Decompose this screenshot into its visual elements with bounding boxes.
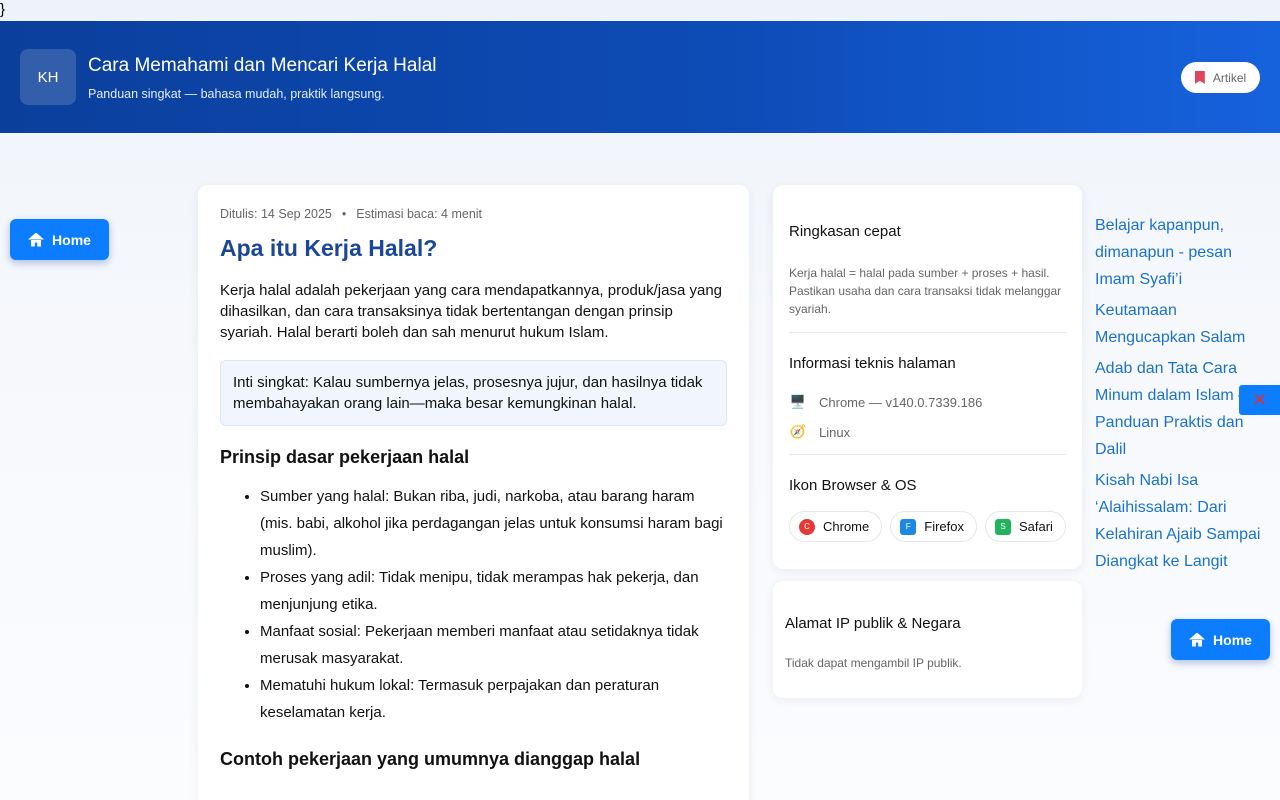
chip-label: Chrome [823,519,870,534]
ip-card: Alamat IP publik & Negara Tidak dapat me… [773,581,1082,698]
browser-info: Chrome — v140.0.7339.186 [819,394,983,410]
home-button-label: Home [1213,631,1252,648]
chip-chrome[interactable]: C Chrome [789,511,883,542]
chip-firefox[interactable]: F Firefox [890,511,977,542]
divider [789,332,1066,333]
chip-safari[interactable]: S Safari [984,511,1066,542]
list-item: Mematuhi hukum lokal: Termasuk perpajaka… [260,672,727,726]
related-link[interactable]: Belajar kapanpun, dimanapun - pesan Imam… [1095,212,1273,293]
list-item: Manfaat sosial: Pekerjaan memberi manfaa… [260,618,727,672]
chrome-icon: C [799,518,815,535]
tech-info-heading: Informasi teknis halaman [789,355,956,372]
close-button[interactable]: ✕ [1239,385,1280,415]
list-item: Proses yang adil: Tidak menipu, tidak me… [260,564,727,618]
os-info: Linux [819,424,851,440]
summary-callout: Inti singkat: Kalau sumbernya jelas, pro… [220,360,727,426]
list-item: Sumber yang halal: Bukan riba, judi, nar… [260,483,727,564]
browser-chips: C Chrome F Firefox S Safari [789,511,1066,542]
icons-heading: Ikon Browser & OS [789,477,917,494]
principles-list: Sumber yang halal: Bukan riba, judi, nar… [220,483,727,726]
compass-icon: 🧭 [789,424,807,439]
related-link[interactable]: Kisah Nabi Isa ‘Alaihissalam: Dari Kelah… [1095,467,1273,575]
chip-label: Firefox [924,519,964,534]
examples-heading: Contoh pekerjaan yang umumnya dianggap h… [220,749,641,769]
quick-summary-heading: Ringkasan cepat [789,223,901,240]
principles-heading: Prinsip dasar pekerjaan halal [220,447,470,467]
browser-info-row: 🖥️ Chrome — v140.0.7339.186 [789,394,1066,410]
close-icon: ✕ [1251,389,1268,410]
bookmark-icon [1194,71,1205,84]
firefox-icon: F [900,518,917,535]
stray-brace-text: } [0,1,6,18]
meta-separator: • [341,207,347,221]
article-meta: Ditulis: 14 Sep 2025 • Estimasi baca: 4 me… [220,207,727,221]
ip-heading: Alamat IP publik & Negara [785,615,961,632]
article-date: Ditulis: 14 Sep 2025 [220,207,332,221]
ip-text: Tidak dapat mengambil IP publik. [785,656,962,670]
article-title: Apa itu Kerja Halal? [220,235,438,261]
artikel-badge-label: Artikel [1212,70,1247,85]
safari-icon: S [994,518,1011,535]
os-info-row: 🧭 Linux [789,424,1066,440]
home-icon [28,233,44,247]
article-reading-time: Estimasi baca: 4 menit [356,207,483,221]
home-button-left[interactable]: Home [10,219,109,260]
article-card: Ditulis: 14 Sep 2025 • Estimasi baca: 4 me… [198,185,749,800]
article-intro: Kerja halal adalah pekerjaan yang cara m… [220,282,723,341]
site-logo[interactable]: KH [20,49,76,105]
quick-summary-text: Kerja halal = halal pada sumber + proses… [789,266,1062,316]
divider [789,454,1066,455]
site-subtitle: Panduan singkat — bahasa mudah, praktik … [88,87,385,101]
related-link[interactable]: Keutamaan Mengucapkan Salam [1095,297,1273,351]
site-header: KH Cara Memahami dan Mencari Kerja Halal… [0,21,1280,133]
site-title: Cara Memahami dan Mencari Kerja Halal [88,55,437,76]
summary-card: Ringkasan cepat Kerja halal = halal pada… [773,185,1082,569]
home-button-label: Home [52,231,91,248]
chip-label: Safari [1018,519,1053,534]
artikel-badge[interactable]: Artikel [1181,62,1260,93]
home-icon [1189,633,1205,647]
home-button-right[interactable]: Home [1171,619,1270,660]
computer-icon: 🖥️ [789,394,807,409]
